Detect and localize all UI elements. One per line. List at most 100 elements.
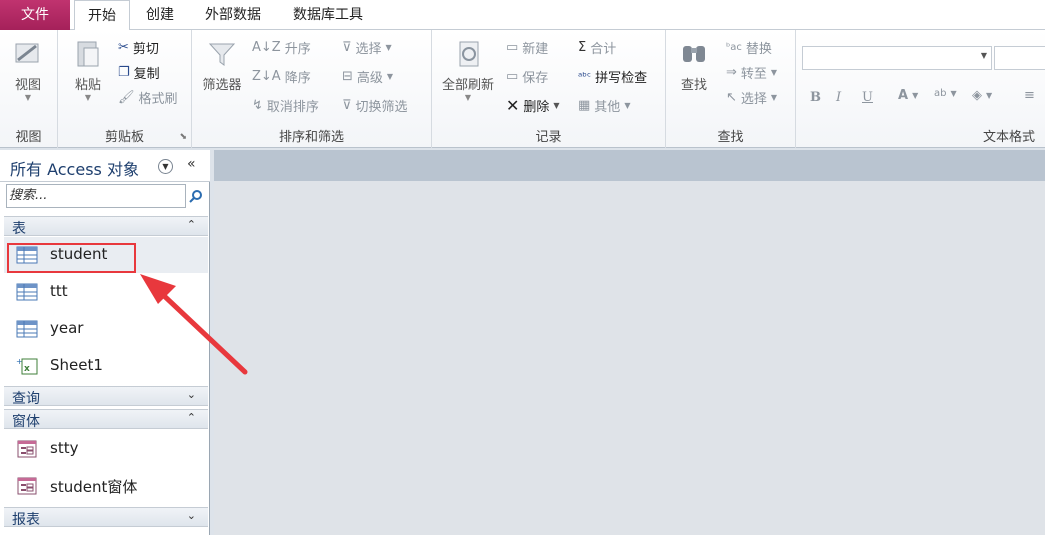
- group-view: 视图 ▼ 视图: [0, 30, 58, 148]
- sort-descending-button[interactable]: Z↓A 降序: [252, 67, 311, 86]
- delete-label: 删除: [523, 100, 550, 115]
- bold-button[interactable]: B: [810, 90, 821, 105]
- cursor-icon: ↖: [726, 90, 737, 105]
- paint-bucket-icon: ◈: [972, 88, 982, 103]
- group-label-find: 查找: [717, 130, 744, 145]
- font-size-dropdown[interactable]: [994, 46, 1045, 70]
- nav-menu-chevron-icon[interactable]: ▼: [158, 159, 173, 174]
- highlight-button[interactable]: ab ▼: [934, 88, 957, 99]
- replace-button[interactable]: ᵇac 替换: [726, 38, 772, 57]
- font-color-icon: A: [898, 88, 909, 103]
- underline-button[interactable]: U: [862, 90, 873, 105]
- goto-label: 转至: [740, 67, 767, 82]
- chevron-up-icon[interactable]: ⌃: [187, 411, 196, 424]
- highlight-icon: ab: [934, 88, 947, 99]
- chevron-down-icon: ▼: [980, 51, 987, 60]
- view-button[interactable]: 视图 ▼: [6, 38, 50, 102]
- tab-database-tools[interactable]: 数据库工具: [282, 0, 374, 30]
- section-reports-label: 报表: [12, 512, 40, 528]
- brush-icon: 🖌: [118, 90, 135, 105]
- document-workspace: [214, 150, 1045, 535]
- tab-external-data[interactable]: 外部数据: [194, 0, 272, 30]
- arrow-right-icon: ⇒: [726, 65, 737, 80]
- table-name: ttt: [50, 282, 68, 300]
- paste-icon: [77, 41, 99, 67]
- search-icon[interactable]: [188, 188, 204, 204]
- goto-button[interactable]: ⇒ 转至 ▼: [726, 63, 777, 82]
- chevron-up-icon[interactable]: ⌃: [187, 218, 196, 231]
- copy-button[interactable]: ❐ 复制: [118, 63, 160, 82]
- find-button[interactable]: 查找: [672, 38, 716, 93]
- selection-button[interactable]: ⊽ 选择 ▼: [342, 38, 392, 57]
- sigma-icon: Σ: [578, 40, 587, 55]
- totals-button[interactable]: Σ 合计: [578, 38, 616, 57]
- view-icon: [15, 43, 39, 63]
- section-forms[interactable]: 窗体 ⌃: [4, 409, 208, 430]
- format-painter-button[interactable]: 🖌 格式刷: [118, 88, 178, 107]
- refresh-all-label: 全部刷新: [441, 78, 494, 93]
- paste-button[interactable]: 粘贴 ▼: [66, 38, 110, 102]
- tab-create[interactable]: 创建: [136, 0, 184, 30]
- save-label: 保存: [522, 71, 549, 86]
- tab-home[interactable]: 开始: [74, 0, 130, 31]
- linked-excel-table-icon: +x: [16, 357, 38, 375]
- section-queries[interactable]: 查询 ⌄: [4, 386, 208, 407]
- format-painter-label: 格式刷: [138, 92, 178, 107]
- section-reports[interactable]: 报表 ⌄: [4, 507, 208, 528]
- new-record-button[interactable]: ▭ 新建: [506, 38, 548, 57]
- totals-label: 合计: [590, 42, 617, 57]
- section-queries-label: 查询: [12, 391, 40, 407]
- more-button[interactable]: ▦ 其他 ▼: [578, 96, 630, 115]
- toggle-filter-button[interactable]: ⊽ 切换筛选: [342, 96, 408, 115]
- spelling-button[interactable]: ᵃᵇᶜ 拼写检查: [578, 67, 647, 86]
- toggle-filter-icon: ⊽: [342, 98, 352, 113]
- list-item-table-sheet1[interactable]: + x Sheet1: [4, 348, 208, 384]
- italic-button[interactable]: I: [836, 90, 841, 105]
- font-color-button[interactable]: A ▼: [898, 88, 918, 103]
- filter-button[interactable]: 筛选器: [196, 38, 248, 93]
- save-record-button[interactable]: ▭ 保存: [506, 67, 548, 86]
- list-item-table-ttt[interactable]: ttt: [4, 274, 208, 310]
- sort-ascending-button[interactable]: A↓Z 升序: [252, 38, 311, 57]
- form-icon: [17, 440, 37, 458]
- group-text-format: ▼ B I U A ▼ ab ▼ ◈ ▼ ≡ 文本格式: [796, 30, 1045, 148]
- cut-label: 剪切: [132, 42, 159, 57]
- tab-file[interactable]: 文件: [0, 0, 70, 30]
- copy-label: 复制: [133, 67, 160, 82]
- refresh-all-button[interactable]: 全部刷新 ▼: [436, 38, 500, 102]
- grid-icon: ▦: [578, 98, 591, 113]
- cut-button[interactable]: ✂ 剪切: [118, 38, 159, 57]
- nav-header: 所有 Access 对象 ▼ «: [0, 150, 210, 182]
- fill-color-button[interactable]: ◈ ▼: [972, 88, 992, 103]
- view-button-label: 视图: [14, 78, 41, 93]
- collapse-pane-icon[interactable]: «: [187, 156, 196, 172]
- ribbon: 视图 ▼ 视图 粘贴 ▼ ✂ 剪切 ❐ 复制 🖌 格式刷 剪贴板 ⬊ 筛选器 A↓Z 升…: [0, 30, 1045, 148]
- table-name: Sheet1: [50, 356, 103, 374]
- remove-sort-button[interactable]: ↯ 取消排序: [252, 96, 319, 115]
- list-item-form-student[interactable]: student窗体: [4, 468, 208, 504]
- advanced-button[interactable]: ⊟ 高级 ▼: [342, 67, 393, 86]
- group-sort-filter: 筛选器 A↓Z 升序 Z↓A 降序 ↯ 取消排序 ⊽ 选择 ▼ ⊟ 高级 ▼ ⊽ 切换筛选 排序…: [192, 30, 432, 148]
- font-name-dropdown[interactable]: ▼: [802, 46, 992, 70]
- paste-label: 粘贴: [74, 78, 101, 93]
- group-records: 全部刷新 ▼ ▭ 新建 ▭ 保存 ✕ 删除 ▼ Σ 合计 ᵃᵇᶜ 拼写检查 ▦ 其他 ▼ 记录: [432, 30, 666, 148]
- list-item-form-stty[interactable]: stty: [4, 431, 208, 467]
- select-label: 选择: [740, 92, 767, 107]
- dialog-launcher-icon[interactable]: ⬊: [179, 132, 187, 142]
- section-tables[interactable]: 表 ⌃: [4, 216, 208, 237]
- spelling-icon: ᵃᵇᶜ: [578, 70, 592, 83]
- chevron-down-icon[interactable]: ⌄: [187, 388, 196, 401]
- select-button[interactable]: ↖ 选择 ▼: [726, 88, 777, 107]
- nav-search-input[interactable]: 搜索...: [6, 184, 186, 208]
- scissors-icon: ✂: [118, 40, 129, 55]
- nav-title[interactable]: 所有 Access 对象: [10, 156, 139, 180]
- form-icon: [17, 477, 37, 495]
- align-button[interactable]: ≡: [1024, 88, 1035, 103]
- descending-label: 降序: [284, 71, 311, 86]
- new-label: 新建: [522, 42, 549, 57]
- list-item-table-year[interactable]: year: [4, 311, 208, 347]
- replace-label: 替换: [745, 42, 772, 57]
- delete-record-button[interactable]: ✕ 删除 ▼: [506, 96, 560, 115]
- chevron-down-icon[interactable]: ⌄: [187, 509, 196, 522]
- navigation-pane: 所有 Access 对象 ▼ « 搜索... 表 ⌃ student ttt y…: [0, 150, 210, 535]
